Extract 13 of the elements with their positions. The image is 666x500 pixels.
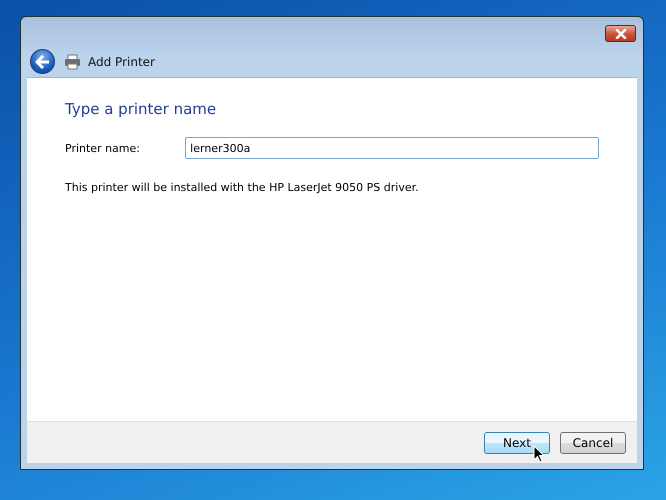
dialog-button[interactable]: Cancel [560,432,626,454]
back-button[interactable] [30,49,55,74]
close-icon [614,28,628,38]
mouse-cursor-icon [533,445,545,463]
printer-name-field[interactable]: lerner300a [185,137,599,159]
close-button[interactable] [605,25,636,42]
window-title: Add Printer [88,54,155,68]
info-text: This printer will be installed with the HP LaserJet 9050 PS driver. [65,181,420,194]
dialog-button[interactable]: Next [484,432,550,454]
field-label: Printer name: [65,142,141,154]
page-heading: Type a printer name [65,100,218,118]
printer-icon [64,54,81,70]
back-arrow-icon [34,54,50,68]
